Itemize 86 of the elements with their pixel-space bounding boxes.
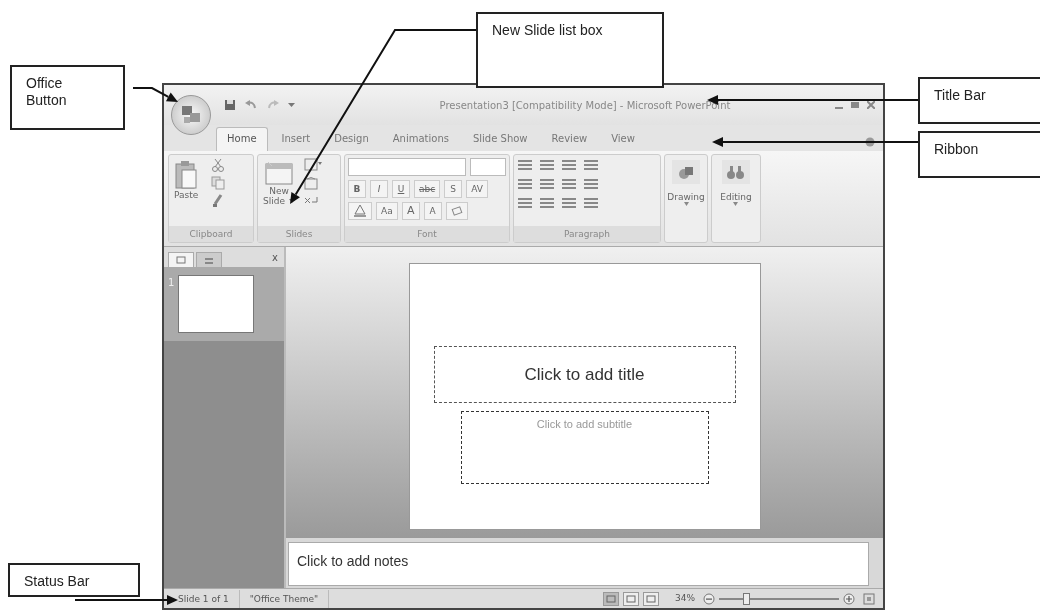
slides-icon [176, 256, 186, 264]
slide-number: 1 [168, 276, 175, 290]
callout-label: Ribbon [934, 141, 980, 158]
view-button[interactable] [623, 591, 639, 606]
pane-tab[interactable] [196, 252, 222, 267]
columns-icon[interactable] [583, 158, 601, 173]
format-button[interactable]: B [348, 180, 366, 198]
format-button[interactable]: A [401, 202, 420, 220]
paste-button[interactable]: Paste [172, 158, 201, 203]
ribbon-tab[interactable]: Design [324, 128, 379, 151]
save-button[interactable] [224, 99, 236, 111]
decrease-indent-icon[interactable] [517, 177, 535, 192]
ribbon-tab[interactable]: Slide Show [462, 128, 538, 151]
outline-icon [204, 256, 214, 264]
title-placeholder[interactable]: Click to add title [433, 346, 736, 403]
copy-icon[interactable] [211, 176, 226, 190]
save-icon [224, 99, 236, 111]
align-text-icon[interactable] [561, 177, 579, 192]
group-label: Slides [258, 226, 340, 242]
window-title: Presentation3 [Compatibility Mode] - Microsoft PowerPoint [438, 98, 732, 113]
format-button[interactable]: U [392, 180, 410, 198]
slide-icon [264, 160, 294, 186]
binoculars-icon [726, 164, 746, 180]
ribbon-tab[interactable]: Review [541, 128, 598, 151]
slide-counter: Slide 1 of 1 [164, 589, 240, 608]
subtitle-placeholder[interactable]: Click to add subtitle [460, 411, 709, 484]
format-button[interactable]: Aa [376, 202, 398, 220]
close-icon[interactable] [867, 101, 875, 109]
scissors-icon[interactable] [211, 158, 226, 172]
zoom-thumb[interactable] [743, 592, 750, 605]
caret-icon [683, 202, 689, 207]
layout-icon[interactable] [303, 158, 322, 172]
callout-label: Office Button [26, 75, 68, 109]
font-color-button[interactable] [348, 202, 372, 220]
font-size-field[interactable] [470, 158, 506, 176]
ribbon-tab[interactable]: Insert [271, 128, 321, 151]
normal-view-icon [606, 594, 616, 603]
group-label: Font [345, 226, 509, 242]
format-button[interactable]: abc [414, 180, 441, 198]
callout-label: New Slide list box [492, 22, 604, 39]
align-center-icon[interactable] [539, 196, 557, 211]
increase-indent-icon[interactable] [539, 177, 557, 192]
slideshow-view-icon [646, 594, 656, 603]
font-name-field[interactable] [348, 158, 466, 176]
view-button[interactable] [603, 591, 619, 606]
callout-label: Title Bar [934, 87, 987, 104]
group-label: Paragraph [514, 226, 660, 242]
pane-tab[interactable] [168, 252, 194, 267]
format-button[interactable]: AV [466, 180, 488, 198]
callout-arrow [132, 87, 178, 102]
fit-window-icon[interactable] [863, 592, 875, 605]
help-icon[interactable] [865, 137, 875, 147]
format-button[interactable]: S [444, 180, 463, 198]
close-pane-button[interactable]: x [272, 249, 278, 265]
numbered-list-icon[interactable] [539, 158, 557, 173]
format-button[interactable]: I [370, 180, 388, 198]
office-logo-icon [180, 104, 202, 126]
clear-format-button[interactable] [445, 202, 468, 220]
new-slide-button[interactable]: New Slide [261, 158, 297, 209]
group-label: Clipboard [169, 226, 253, 242]
reset-icon[interactable] [303, 176, 318, 190]
clipboard-icon [174, 160, 199, 190]
align-right-icon[interactable] [561, 196, 579, 211]
align-left-icon[interactable] [517, 196, 535, 211]
font-color-icon [353, 205, 367, 217]
caret-icon [733, 202, 739, 207]
slide-thumbnail[interactable] [178, 275, 255, 333]
maximize-icon[interactable] [851, 101, 859, 109]
ribbon-tab[interactable]: View [601, 128, 645, 151]
sorter-view-icon [626, 594, 636, 603]
eraser-icon [450, 205, 463, 217]
ribbon-tab[interactable]: Animations [382, 128, 459, 151]
ribbon-tab[interactable]: Home [216, 127, 268, 151]
format-button[interactable]: A [423, 202, 442, 220]
text-box-icon[interactable] [583, 177, 601, 192]
callout-label: Status Bar [24, 573, 91, 590]
line-spacing-icon[interactable] [561, 158, 579, 173]
zoom-out-icon[interactable] [703, 592, 715, 605]
bullet-list-icon[interactable] [517, 158, 535, 173]
zoom-level: 34% [674, 591, 696, 605]
theme-name: "Office Theme" [239, 589, 330, 608]
zoom-in-icon[interactable] [843, 592, 855, 605]
view-button[interactable] [643, 591, 659, 606]
justify-icon[interactable] [583, 196, 601, 211]
notes-field[interactable]: Click to add notes [288, 542, 869, 586]
shapes-icon [676, 164, 696, 180]
